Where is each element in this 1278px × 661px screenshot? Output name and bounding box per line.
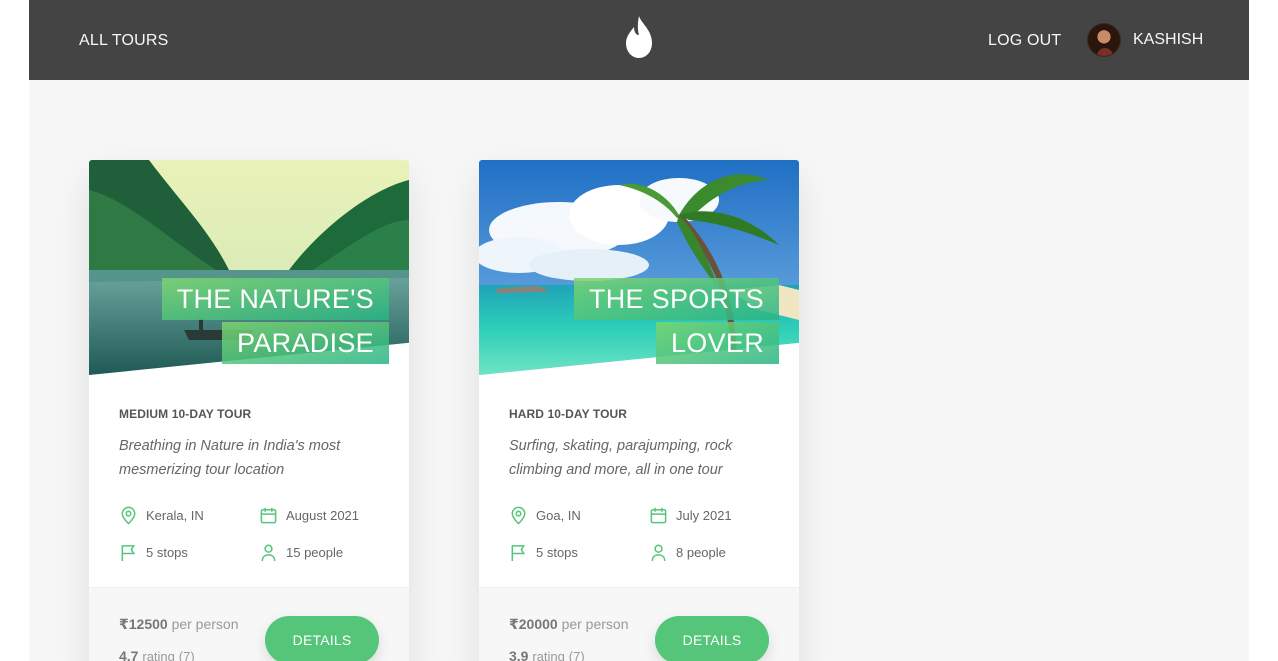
tour-rating-count: (7)	[178, 649, 195, 661]
user-icon	[649, 543, 668, 562]
tour-card-footer: ₹20000 per person 3.9 rating (7) DETAILS	[479, 587, 799, 661]
tour-stops-text: 5 stops	[146, 544, 188, 560]
tour-location-text: Kerala, IN	[146, 507, 204, 523]
tour-title-line: PARADISE	[222, 322, 389, 364]
tour-stops-text: 5 stops	[536, 544, 578, 560]
tour-difficulty: MEDIUM 10-DAY TOUR	[119, 407, 252, 421]
tour-location: Kerala, IN	[119, 504, 204, 526]
tour-rating-value: 4.7	[119, 648, 139, 661]
tour-stops: 5 stops	[119, 541, 188, 563]
user-menu[interactable]: KASHISH	[1087, 23, 1203, 57]
tour-price: ₹12500 per person	[119, 615, 239, 633]
tour-difficulty: HARD 10-DAY TOUR	[509, 407, 628, 421]
tour-people: 15 people	[259, 541, 343, 563]
tour-rating-label: rating	[142, 649, 175, 661]
tour-card: THE NATURE'S PARADISE MEDIUM 10-DAY TOUR…	[89, 160, 409, 661]
tour-location: Goa, IN	[509, 504, 581, 526]
calendar-icon	[649, 506, 668, 525]
site-header: ALL TOURS LOG OUT KASHISH	[29, 0, 1249, 80]
tour-rating-value: 3.9	[509, 648, 529, 661]
tour-summary: Surfing, skating, parajumping, rock clim…	[509, 438, 733, 478]
tour-price-unit: per person	[171, 616, 239, 632]
tour-price: ₹20000 per person	[509, 615, 629, 633]
tour-people-text: 15 people	[286, 544, 344, 560]
tour-date-text: August 2021	[286, 507, 360, 523]
tour-summary: Breathing in Nature in India's most mesm…	[119, 438, 341, 478]
tour-people-text: 8 people	[676, 544, 726, 560]
map-pin-icon	[509, 506, 528, 525]
tour-rating: 3.9 rating (7)	[509, 647, 585, 661]
tour-details: MEDIUM 10-DAY TOUR Breathing in Nature i…	[119, 405, 389, 482]
tour-rating-label: rating	[532, 649, 565, 661]
tour-date-text: July 2021	[676, 507, 732, 523]
tour-price-value: ₹12500	[119, 616, 168, 632]
tour-rating-count: (7)	[568, 649, 585, 661]
map-pin-icon	[119, 506, 138, 525]
tour-card: THE SPORTS LOVER HARD 10-DAY TOUR Surfin…	[479, 160, 799, 661]
details-button[interactable]: DETAILS	[655, 616, 769, 661]
tour-location-text: Goa, IN	[536, 507, 581, 523]
tour-title: THE SPORTS LOVER	[519, 277, 779, 365]
tour-details: HARD 10-DAY TOUR Surfing, skating, paraj…	[509, 405, 779, 482]
tour-date: July 2021	[649, 504, 732, 526]
avatar[interactable]	[1087, 23, 1121, 57]
tour-rating: 4.7 rating (7)	[119, 647, 195, 661]
tour-date: August 2021	[259, 504, 359, 526]
calendar-icon	[259, 506, 278, 525]
tour-title-line: THE SPORTS	[573, 278, 779, 320]
flag-icon	[119, 543, 138, 562]
page: ALL TOURS LOG OUT KASHISH THE NATURE'S P…	[29, 0, 1249, 661]
logout-link[interactable]: LOG OUT	[988, 30, 1061, 52]
all-tours-link[interactable]: ALL TOURS	[79, 30, 169, 52]
flame-logo-icon[interactable]	[622, 14, 656, 60]
tour-stops: 5 stops	[509, 541, 578, 563]
user-icon	[259, 543, 278, 562]
details-button[interactable]: DETAILS	[265, 616, 379, 661]
tour-price-unit: per person	[561, 616, 629, 632]
user-name[interactable]: KASHISH	[1133, 29, 1203, 51]
tour-price-value: ₹20000	[509, 616, 558, 632]
tour-title: THE NATURE'S PARADISE	[129, 277, 389, 365]
tour-title-line: LOVER	[655, 322, 779, 364]
tour-people: 8 people	[649, 541, 726, 563]
tour-title-line: THE NATURE'S	[161, 278, 389, 320]
tour-card-footer: ₹12500 per person 4.7 rating (7) DETAILS	[89, 587, 409, 661]
flag-icon	[509, 543, 528, 562]
